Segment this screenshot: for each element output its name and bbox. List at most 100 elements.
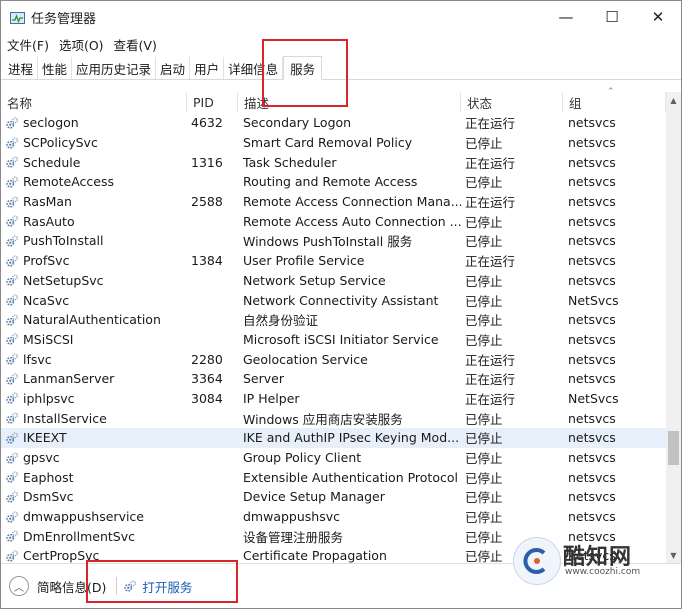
service-name: DmEnrollmentSvc (23, 528, 135, 544)
column-header-status[interactable]: 状态 (461, 92, 563, 112)
service-description: Windows PushToInstall 服务 (243, 234, 413, 250)
service-status: 已停止 (465, 136, 503, 152)
tab-startup[interactable]: 启动 (156, 57, 191, 79)
table-row[interactable]: RasAuto Remote Access Auto Connection ...… (1, 211, 666, 231)
scroll-up-icon[interactable]: ▲ (666, 92, 681, 108)
service-status: 已停止 (465, 451, 503, 467)
table-row[interactable]: lfsvc 2280 Geolocation Service 正在运行 netsvcs (1, 349, 666, 369)
service-description: IP Helper (243, 390, 300, 406)
service-description: 自然身份验证 (243, 313, 319, 329)
service-name-cell: MSiSCSI (1, 332, 187, 347)
service-description: Server (243, 371, 284, 387)
service-description: Routing and Remote Access (243, 174, 418, 190)
highlight-box-services-tab (262, 39, 348, 107)
maximize-button[interactable]: ☐ (589, 1, 635, 33)
tab-performance[interactable]: 性能 (38, 57, 73, 79)
service-name-cell: IKEEXT (1, 430, 187, 445)
table-row[interactable]: RemoteAccess Routing and Remote Access 已停止… (1, 172, 666, 192)
service-name-cell: RemoteAccess (1, 174, 187, 189)
column-header-pid[interactable]: PID (187, 92, 238, 112)
scroll-down-icon[interactable]: ▼ (666, 547, 681, 563)
service-group: netsvcs (568, 194, 616, 210)
service-description: IKE and AuthIP IPsec Keying Mod... (243, 430, 460, 446)
service-group: netsvcs (568, 469, 616, 485)
scrollbar-thumb[interactable] (668, 431, 679, 465)
service-status: 已停止 (465, 431, 503, 447)
service-pid: 2280 (191, 351, 223, 367)
service-name: RemoteAccess (23, 174, 115, 190)
service-gear-icon (5, 155, 19, 169)
chevron-up-icon[interactable]: ︿ (9, 576, 29, 596)
table-row[interactable]: Schedule 1316 Task Scheduler 正在运行 netsvcs (1, 152, 666, 172)
service-name: RasMan (23, 194, 72, 210)
table-row[interactable]: MSiSCSI Microsoft iSCSI Initiator Service… (1, 330, 666, 350)
table-row[interactable]: NaturalAuthentication 自然身份验证 已停止 netsvcs (1, 310, 666, 330)
menu-file[interactable]: 文件(F) (7, 35, 49, 54)
service-gear-icon (5, 352, 19, 366)
table-row[interactable]: dmwappushservice dmwappushsvc 已停止 netsvcs (1, 507, 666, 527)
table-row[interactable]: LanmanServer 3364 Server 正在运行 netsvcs (1, 369, 666, 389)
service-gear-icon (5, 195, 19, 209)
service-status: 正在运行 (465, 195, 516, 211)
service-pid: 1316 (191, 154, 223, 170)
vertical-scrollbar[interactable] (666, 92, 681, 563)
service-description: Network Setup Service (243, 272, 386, 288)
service-name-cell: lfsvc (1, 352, 187, 367)
service-description: Windows 应用商店安装服务 (243, 411, 403, 427)
service-gear-icon (5, 372, 19, 386)
service-group: netsvcs (568, 331, 616, 347)
table-row[interactable]: IKEEXT IKE and AuthIP IPsec Keying Mod...… (1, 428, 666, 448)
service-name-cell: PushToInstall (1, 233, 187, 248)
service-name-cell: DsmSvc (1, 489, 187, 504)
service-description: dmwappushsvc (243, 509, 341, 525)
service-status: 已停止 (465, 234, 503, 250)
service-group: netsvcs (568, 450, 616, 466)
title-bar[interactable]: 任务管理器 — ☐ ✕ (1, 1, 681, 33)
tab-processes[interactable]: 进程 (4, 57, 39, 79)
service-group: netsvcs (568, 371, 616, 387)
tab-users[interactable]: 用户 (190, 57, 225, 79)
table-row[interactable]: NetSetupSvc Network Setup Service 已停止 netsv… (1, 271, 666, 291)
service-name: gpsvc (23, 450, 60, 466)
table-row[interactable]: NcaSvc Network Connectivity Assistant 已停止 N… (1, 290, 666, 310)
table-row[interactable]: SCPolicySvc Smart Card Removal Policy 已停止 n… (1, 133, 666, 153)
service-group: netsvcs (568, 410, 616, 426)
service-gear-icon (5, 175, 19, 189)
service-name-cell: seclogon (1, 115, 187, 130)
service-status: 已停止 (465, 214, 503, 230)
service-description: Geolocation Service (243, 351, 368, 367)
minimize-button[interactable]: — (543, 1, 589, 33)
menu-options[interactable]: 选项(O) (59, 35, 104, 54)
close-button[interactable]: ✕ (635, 1, 681, 33)
service-gear-icon (5, 411, 19, 425)
service-description: Secondary Logon (243, 115, 352, 131)
table-row[interactable]: Eaphost Extensible Authentication Protoco… (1, 467, 666, 487)
service-description: User Profile Service (243, 253, 365, 269)
service-pid: 3084 (191, 390, 223, 406)
table-row[interactable]: ProfSvc 1384 User Profile Service 正在运行 netsv… (1, 251, 666, 271)
service-status: 已停止 (465, 273, 503, 289)
table-row[interactable]: gpsvc Group Policy Client 已停止 netsvcs (1, 448, 666, 468)
column-header-name[interactable]: 名称 (1, 92, 187, 112)
service-gear-icon (5, 273, 19, 287)
sort-up-icon: ⌃ (607, 87, 615, 97)
table-row[interactable]: PushToInstall Windows PushToInstall 服务 已停止… (1, 231, 666, 251)
table-row[interactable]: seclogon 4632 Secondary Logon 正在运行 netsvcs (1, 113, 666, 133)
table-row[interactable]: iphlpsvc 3084 IP Helper 正在运行 NetSvcs (1, 389, 666, 409)
menu-view[interactable]: 查看(V) (114, 35, 157, 54)
service-pid: 4632 (191, 115, 223, 131)
service-group: netsvcs (568, 509, 616, 525)
tab-app-history[interactable]: 应用历史记录 (72, 57, 157, 79)
service-name: SCPolicySvc (23, 135, 98, 151)
service-description: Group Policy Client (243, 450, 362, 466)
service-gear-icon (5, 234, 19, 248)
table-row[interactable]: RasMan 2588 Remote Access Connection Mana.… (1, 192, 666, 212)
service-gear-icon (5, 470, 19, 484)
service-gear-icon (5, 136, 19, 150)
table-row[interactable]: DsmSvc Device Setup Manager 已停止 netsvcs (1, 487, 666, 507)
service-pid: 1384 (191, 253, 223, 269)
service-gear-icon (5, 116, 19, 130)
table-row[interactable]: InstallService Windows 应用商店安装服务 已停止 netsvcs (1, 408, 666, 428)
service-status: 正在运行 (465, 352, 516, 368)
service-gear-icon (5, 549, 19, 563)
